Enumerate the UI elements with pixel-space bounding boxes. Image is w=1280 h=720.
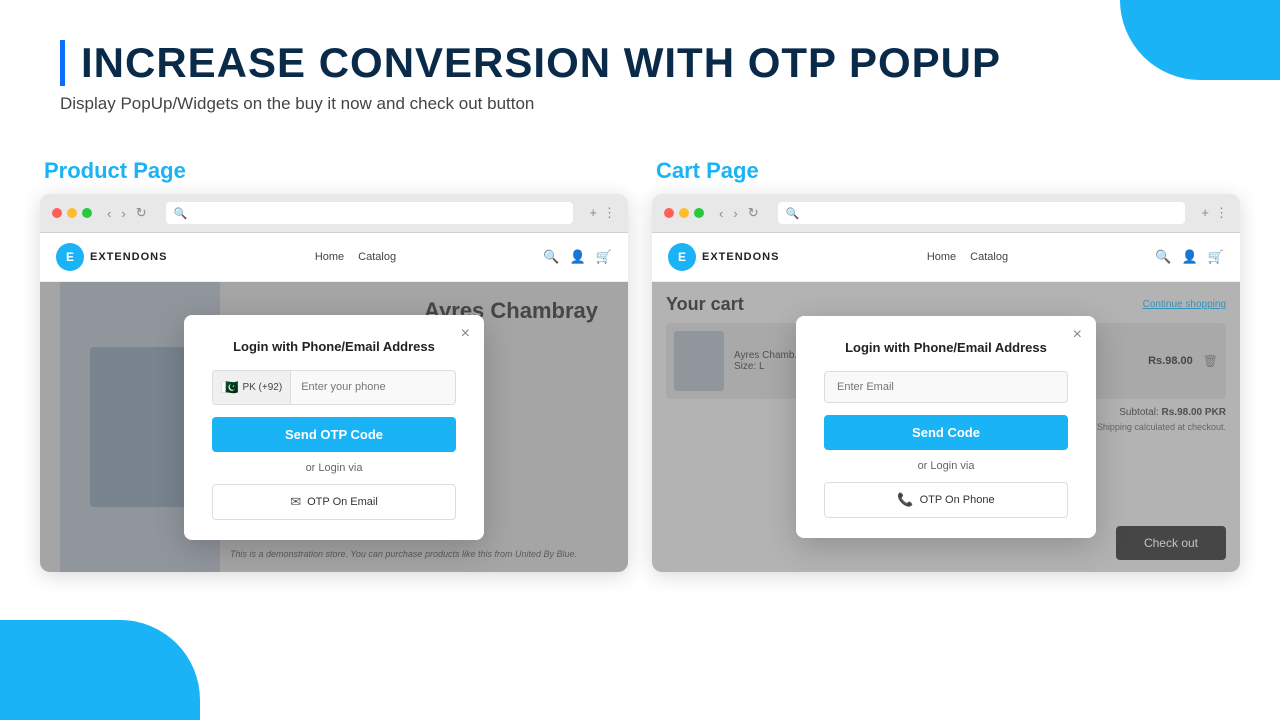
product-store-logo: E EXTENDONS [56,243,167,271]
product-popup-title: Login with Phone/Email Address [212,339,456,354]
search-bar-icon: 🔍 [174,207,188,220]
product-menu-home[interactable]: Home [315,251,344,263]
cart-browser-back[interactable]: ‹ [716,205,726,221]
account-icon[interactable]: 👤 [570,249,586,265]
browser-back[interactable]: ‹ [104,205,114,221]
header-section: INCREASE CONVERSION WITH OTP POPUP Displ… [0,0,1280,134]
product-browser-dots [52,208,92,218]
cart-menu-home[interactable]: Home [927,251,956,263]
cart-popup-overlay: × Login with Phone/Email Address Send Co… [652,282,1240,572]
cart-store-nav: E EXTENDONS Home Catalog 🔍 👤 🛒 [652,233,1240,282]
product-popup-overlay: × Login with Phone/Email Address 🇵🇰 PK (… [40,282,628,572]
header-border: INCREASE CONVERSION WITH OTP POPUP [60,40,1220,86]
email-icon: ✉ [290,494,301,510]
product-store-icons: 🔍 👤 🛒 [543,249,612,265]
cart-popup: × Login with Phone/Email Address Send Co… [796,316,1096,538]
product-store-nav: E EXTENDONS Home Catalog 🔍 👤 🛒 [40,233,628,282]
browser-forward[interactable]: › [118,205,128,221]
cart-icon[interactable]: 🛒 [596,249,612,265]
cart-browser-mockup: ‹ › ↻ 🔍 + ⋮ E EXTENDONS [652,194,1240,572]
product-logo-icon: E [56,243,84,271]
product-alt-login-label: OTP On Email [307,496,378,508]
product-otp-email-button[interactable]: ✉ OTP On Email [212,484,456,520]
cart-browser-actions: + ⋮ [1201,205,1228,221]
dot-green[interactable] [82,208,92,218]
blob-bottom-left [0,620,200,720]
main-columns: Product Page ‹ › ↻ 🔍 + [0,158,1280,572]
cart-browser-menu[interactable]: ⋮ [1215,205,1228,221]
search-icon[interactable]: 🔍 [543,249,559,265]
product-send-otp-button[interactable]: Send OTP Code [212,417,456,452]
product-browser-bar: ‹ › ↻ 🔍 + ⋮ [40,194,628,233]
product-browser-actions: + ⋮ [589,205,616,221]
cart-dot-yellow[interactable] [679,208,689,218]
product-page-label: Product Page [40,158,628,184]
cart-browser-refresh[interactable]: ↻ [745,205,762,221]
product-url-bar[interactable]: 🔍 [166,202,574,224]
cart-email-input[interactable] [824,371,1068,403]
cart-url-bar[interactable]: 🔍 [778,202,1186,224]
cart-browser-dots [664,208,704,218]
cart-browser-forward[interactable]: › [730,205,740,221]
phone-icon: 📞 [897,492,913,508]
cart-page-col: Cart Page ‹ › ↻ 🔍 + ⋮ [652,158,1240,572]
cart-browser-bar: ‹ › ↻ 🔍 + ⋮ [652,194,1240,233]
cart-account-icon[interactable]: 👤 [1182,249,1198,265]
cart-send-code-button[interactable]: Send Code [824,415,1068,450]
dot-red[interactable] [52,208,62,218]
product-menu-catalog[interactable]: Catalog [358,251,396,263]
browser-menu[interactable]: ⋮ [603,205,616,221]
product-popup-close[interactable]: × [461,325,470,343]
main-title: INCREASE CONVERSION WITH OTP POPUP [81,40,1220,86]
cart-dot-red[interactable] [664,208,674,218]
product-browser-mockup: ‹ › ↻ 🔍 + ⋮ E EXTENDONS [40,194,628,572]
cart-popup-close[interactable]: × [1073,326,1082,344]
product-phone-code: PK (+92) [242,382,282,393]
product-phone-input[interactable] [291,373,455,401]
browser-add-tab[interactable]: + [589,205,597,221]
product-content-area: Ayres Chambray This is a demonstration s… [40,282,628,572]
cart-alt-login-label: OTP On Phone [920,494,995,506]
product-phone-flag: 🇵🇰 PK (+92) [213,371,291,404]
pakistan-flag: 🇵🇰 [221,379,238,396]
cart-page-label: Cart Page [652,158,1240,184]
cart-or-login: or Login via [824,460,1068,472]
product-store-menu: Home Catalog [315,251,396,263]
browser-refresh[interactable]: ↻ [133,205,150,221]
product-popup: × Login with Phone/Email Address 🇵🇰 PK (… [184,315,484,540]
product-page-col: Product Page ‹ › ↻ 🔍 + [40,158,628,572]
cart-otp-phone-button[interactable]: 📞 OTP On Phone [824,482,1068,518]
cart-store-logo: E EXTENDONS [668,243,779,271]
cart-menu-catalog[interactable]: Catalog [970,251,1008,263]
cart-logo-icon: E [668,243,696,271]
sub-title: Display PopUp/Widgets on the buy it now … [60,94,1220,114]
product-phone-input-row: 🇵🇰 PK (+92) [212,370,456,405]
dot-yellow[interactable] [67,208,77,218]
product-or-login: or Login via [212,462,456,474]
cart-content-area: Your cart Continue shopping Ayres Chamb.… [652,282,1240,572]
cart-cart-icon[interactable]: 🛒 [1208,249,1224,265]
cart-popup-title: Login with Phone/Email Address [824,340,1068,355]
cart-browser-add-tab[interactable]: + [1201,205,1209,221]
cart-search-icon[interactable]: 🔍 [1155,249,1171,265]
cart-search-bar-icon: 🔍 [786,207,800,220]
cart-store-icons: 🔍 👤 🛒 [1155,249,1224,265]
cart-store-name: EXTENDONS [702,251,779,263]
product-store-name: EXTENDONS [90,251,167,263]
cart-dot-green[interactable] [694,208,704,218]
cart-store-menu: Home Catalog [927,251,1008,263]
cart-browser-nav: ‹ › ↻ [716,205,762,221]
product-browser-nav: ‹ › ↻ [104,205,150,221]
